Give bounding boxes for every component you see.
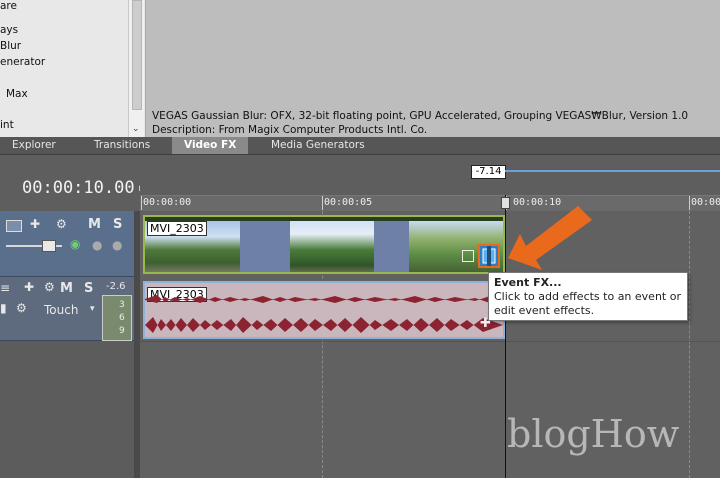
mute-button[interactable]: M: [60, 281, 73, 296]
video-thumbnail-gap: [240, 221, 290, 272]
fx-list-item[interactable]: Blur: [0, 40, 21, 52]
tab-media-generators[interactable]: Media Generators: [271, 137, 365, 154]
video-track-header[interactable]: ✚ ⚙ M S ◉ ● ●: [0, 211, 140, 277]
solo-button[interactable]: S: [84, 281, 93, 296]
tab-video-fx[interactable]: Video FX: [172, 137, 249, 154]
event-fx-tooltip: Event FX... Click to add effects to an e…: [488, 272, 688, 321]
fx-list-item[interactable]: ays: [0, 24, 18, 36]
fx-list-item[interactable]: are: [0, 0, 17, 12]
level-meter: 3 6 9: [102, 295, 132, 341]
audio-fx-icon[interactable]: ⚙: [44, 280, 55, 294]
meter-label: 6: [119, 313, 125, 323]
orange-pointer-arrow: [508, 206, 592, 270]
ruler-tick: [322, 196, 323, 210]
audio-expand-icon[interactable]: ≡: [0, 281, 10, 295]
fx-list-panel: are ays Blur enerator Max int: [0, 0, 146, 137]
video-thumbnail-gap: [374, 221, 409, 272]
tab-transitions[interactable]: Transitions: [94, 137, 150, 154]
ruler-label: 00:00:00: [143, 197, 192, 208]
volume-db-value: -2.6: [106, 281, 126, 292]
track-fx-icon[interactable]: ⚙: [56, 217, 67, 231]
playhead-line[interactable]: [505, 195, 506, 478]
record-arm-icon[interactable]: ▮: [0, 301, 7, 315]
meter-label: 3: [119, 300, 125, 310]
fx-list-item[interactable]: enerator: [0, 56, 45, 68]
audio-track-header[interactable]: ≡ ✚ ⚙ M S -2.6 ▮ ⚙ Touch ▾ 3 6 9: [0, 277, 140, 341]
automation-icon[interactable]: ⚙: [16, 301, 27, 315]
watermark-logo: blogHow: [507, 412, 680, 456]
track-expand-icon[interactable]: [6, 220, 22, 232]
loop-region-bar[interactable]: [505, 170, 720, 172]
fx-list-item[interactable]: int: [0, 119, 14, 131]
automation-mode-label[interactable]: Touch: [44, 303, 78, 317]
event-fx-icon: [482, 246, 496, 266]
empty-track-header-area: [0, 341, 140, 478]
ruler-tick: [689, 196, 690, 210]
fx-list-scrollbar[interactable]: ⌄: [128, 0, 144, 137]
audio-event-clip[interactable]: MVI_2303: [143, 281, 505, 339]
compositing-icon[interactable]: ✚: [30, 217, 40, 231]
audio-waveform-left: [145, 295, 503, 303]
video-event-clip[interactable]: MVI_2303: [143, 215, 505, 274]
marker-value-box: -7.14: [471, 165, 506, 179]
ruler-label: 00:00:15: [691, 197, 720, 208]
tab-explorer[interactable]: Explorer: [12, 137, 56, 154]
compositing-child-icon[interactable]: ●: [92, 238, 102, 252]
solo-button[interactable]: S: [113, 217, 122, 232]
fx-description-line: Description: From Magix Computer Product…: [152, 124, 428, 136]
window-tab-bar: Explorer Transitions Video FX Media Gene…: [0, 137, 720, 155]
ruler-tick: [141, 196, 142, 210]
mute-button[interactable]: M: [88, 217, 101, 232]
event-fx-button[interactable]: [478, 244, 500, 268]
event-pan-crop-icon[interactable]: [462, 250, 474, 262]
tooltip-line: edit event effects.: [494, 304, 595, 317]
video-clip-name: MVI_2303: [147, 221, 207, 236]
ruler-label: 00:00:05: [324, 197, 373, 208]
chevron-down-icon[interactable]: ⌄: [132, 124, 140, 134]
motion-blur-icon[interactable]: ◉: [70, 237, 80, 251]
tooltip-line: Click to add effects to an event or: [494, 290, 681, 303]
tooltip-title: Event FX...: [494, 276, 562, 289]
timecode-display: 00:00:10.00: [22, 178, 135, 198]
scrollbar-thumb[interactable]: [132, 0, 142, 110]
meter-label: 9: [119, 326, 125, 336]
track-header-splitter[interactable]: [134, 211, 140, 478]
audio-waveform-right: [145, 317, 503, 333]
video-thumbnail: [290, 221, 374, 272]
fx-description-line: VEGAS Gaussian Blur: OFX, 32-bit floatin…: [152, 110, 689, 122]
chevron-down-icon[interactable]: ▾: [90, 304, 95, 314]
ruler-strip[interactable]: 00:00:00 00:00:05 00:00:10 00:00:15: [140, 195, 720, 211]
fx-list-item[interactable]: Max: [6, 88, 28, 100]
compositing-parent-icon[interactable]: ●: [112, 238, 122, 252]
move-cursor-icon: ✚: [480, 316, 491, 331]
level-slider-handle[interactable]: [42, 240, 56, 252]
audio-envelope-icon[interactable]: ✚: [24, 280, 34, 294]
